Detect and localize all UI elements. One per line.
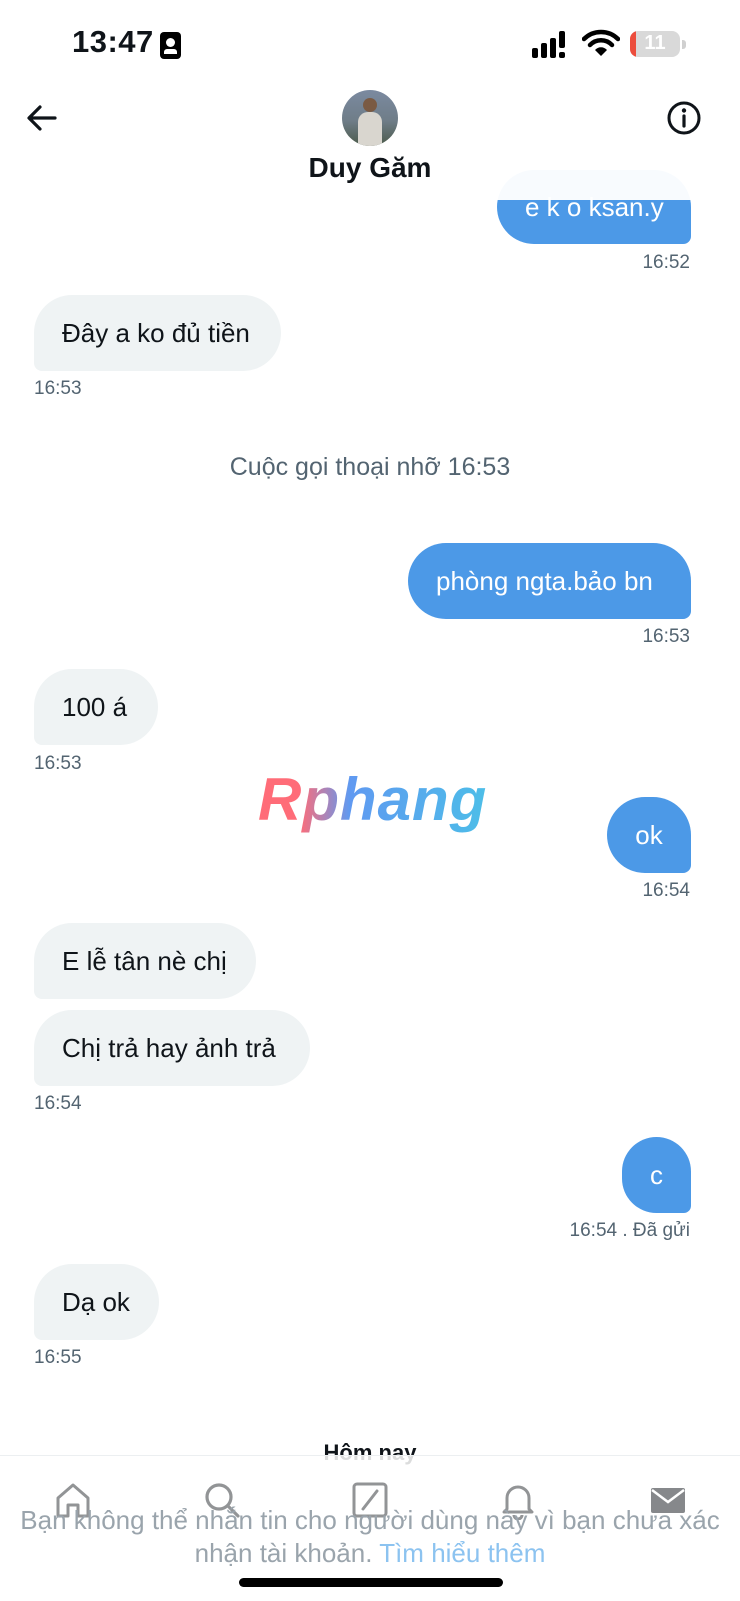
message-time: 16:55: [34, 1347, 82, 1368]
message-text: ok: [635, 820, 663, 850]
battery-icon: 11: [630, 31, 686, 57]
learn-more-link[interactable]: Tìm hiểu thêm: [379, 1538, 545, 1568]
message-text: Dạ ok: [62, 1287, 130, 1317]
message-time: 16:53: [34, 378, 82, 399]
message-incoming[interactable]: E lễ tân nè chị: [34, 923, 256, 999]
battery-percent: 11: [644, 32, 666, 54]
cellular-signal-icon: [532, 31, 565, 58]
message-text: Chị trả hay ảnh trả: [62, 1033, 276, 1063]
back-button[interactable]: [22, 98, 62, 138]
message-text: c: [650, 1160, 663, 1190]
message-text: E lễ tân nè chị: [62, 946, 227, 976]
watermark-logo: Rphang: [258, 766, 488, 833]
arrow-left-icon: [27, 105, 57, 131]
status-time: 13:47: [72, 24, 154, 59]
message-time: 16:52: [642, 252, 690, 273]
message-time: 16:54: [642, 880, 690, 901]
conversation-header: Duy Găm: [0, 80, 740, 200]
message-incoming[interactable]: Chị trả hay ảnh trả: [34, 1010, 310, 1086]
home-indicator[interactable]: [239, 1578, 503, 1587]
message-time: 16:54: [569, 1220, 618, 1241]
message-text: Đây a ko đủ tiền: [62, 318, 250, 348]
contact-name[interactable]: Duy Găm: [0, 152, 740, 184]
wifi-icon: [582, 29, 620, 56]
message-time: 16:53: [34, 753, 82, 774]
message-time-status: 16:54 . Đã gửi: [570, 1220, 690, 1242]
status-bar: 13:47 11: [0, 0, 740, 90]
message-incoming[interactable]: Đây a ko đủ tiền: [34, 295, 281, 371]
message-text: 100 á: [62, 692, 128, 722]
message-time: 16:53: [642, 626, 690, 647]
info-icon: [667, 101, 701, 135]
info-button[interactable]: [664, 98, 704, 138]
notice-text: Bạn không thể nhắn tin cho người dùng nà…: [20, 1505, 720, 1568]
message-outgoing[interactable]: ok: [607, 797, 691, 873]
contact-card-icon: [160, 32, 181, 59]
verification-notice: Bạn không thể nhắn tin cho người dùng nà…: [20, 1504, 720, 1570]
message-outgoing[interactable]: c: [622, 1137, 691, 1213]
message-incoming[interactable]: 100 á: [34, 669, 158, 745]
message-text: phòng ngta.bảo bn: [436, 566, 653, 596]
message-outgoing[interactable]: phòng ngta.bảo bn: [408, 543, 691, 619]
avatar[interactable]: [342, 90, 398, 146]
message-time: 16:54: [34, 1093, 82, 1114]
missed-call-notice: Cuộc gọi thoại nhỡ 16:53: [229, 453, 511, 481]
message-status: . Đã gửi: [622, 1220, 690, 1241]
message-incoming[interactable]: Dạ ok: [34, 1264, 159, 1340]
chat-thread[interactable]: e k o ksan.y 16:52 Đây a ko đủ tiền 16:5…: [0, 0, 740, 1600]
